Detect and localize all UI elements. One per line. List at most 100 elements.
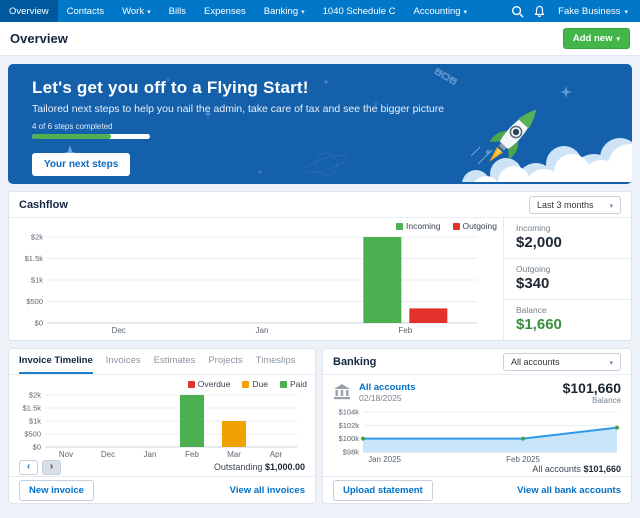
banking-balance-chart: $98k$100k$102k$104kJan 2025Feb 2025 — [329, 407, 625, 463]
nav-label: Accounting — [414, 6, 461, 17]
svg-text:Apr: Apr — [270, 450, 283, 459]
stat-balance: Balance $1,660 — [504, 300, 631, 340]
nav-item-accounting[interactable]: Accounting — [405, 0, 477, 22]
your-next-steps-button[interactable]: Your next steps — [32, 153, 130, 176]
account-filter-value: All accounts — [511, 357, 560, 367]
invoice-footer: New invoice View all invoices — [9, 476, 315, 503]
chevron-down-icon — [609, 357, 613, 367]
legend-item-due: Due — [242, 379, 268, 389]
svg-text:$98k: $98k — [343, 448, 360, 457]
nav-item-1040-schedule-c[interactable]: 1040 Schedule C — [314, 0, 405, 22]
svg-text:Jan: Jan — [144, 450, 157, 459]
nav-item-expenses[interactable]: Expenses — [195, 0, 255, 22]
business-menu[interactable]: Fake Business — [550, 6, 632, 17]
tab-projects[interactable]: Projects — [208, 349, 242, 374]
invoice-legend: Overdue Due Paid — [9, 378, 307, 390]
svg-text:$104k: $104k — [339, 408, 360, 417]
new-invoice-button[interactable]: New invoice — [19, 480, 94, 501]
cashflow-title: Cashflow — [19, 199, 68, 211]
svg-text:$1k: $1k — [29, 416, 41, 425]
banner-title: Let's get you off to a Flying Start! — [32, 78, 632, 98]
legend-swatch — [453, 223, 460, 230]
notifications-button[interactable] — [528, 0, 550, 22]
outstanding-total: Outstanding $1,000.00 — [214, 462, 305, 472]
nav-label: Overview — [9, 6, 49, 17]
nav-item-banking[interactable]: Banking — [255, 0, 314, 22]
svg-text:Feb: Feb — [185, 450, 199, 459]
tab-invoice-timeline[interactable]: Invoice Timeline — [19, 349, 93, 374]
nav-item-bills[interactable]: Bills — [160, 0, 195, 22]
tab-invoices[interactable]: Invoices — [106, 349, 141, 374]
svg-text:$500: $500 — [24, 429, 41, 438]
nav-label: 1040 Schedule C — [323, 6, 396, 17]
period-select[interactable]: Last 3 months — [529, 196, 621, 214]
nav-label: Contacts — [67, 6, 105, 17]
bottom-row: Invoice Timeline Invoices Estimates Proj… — [8, 348, 632, 504]
progress-bar-fill — [32, 134, 111, 139]
chevron-down-icon — [301, 6, 305, 17]
banking-footer: Upload statement View all bank accounts — [323, 476, 631, 503]
legend-swatch — [188, 381, 195, 388]
svg-text:$1.5k: $1.5k — [23, 403, 42, 412]
account-name-link[interactable]: All accounts — [359, 382, 416, 393]
svg-text:Nov: Nov — [59, 450, 73, 459]
view-all-bank-accounts-link[interactable]: View all bank accounts — [517, 485, 621, 496]
banner-progress-label: 4 of 6 steps completed — [32, 122, 632, 131]
view-all-invoices-link[interactable]: View all invoices — [230, 485, 305, 496]
nav-item-work[interactable]: Work — [113, 0, 160, 22]
svg-text:Feb 2025: Feb 2025 — [506, 455, 540, 463]
nav-item-contacts[interactable]: Contacts — [58, 0, 114, 22]
banking-header: Banking All accounts — [323, 349, 631, 375]
legend-item-outgoing: Outgoing — [453, 221, 498, 231]
tab-timeslips[interactable]: Timeslips — [256, 349, 296, 374]
chevron-down-icon — [147, 6, 151, 17]
svg-text:$102k: $102k — [339, 421, 360, 430]
bell-icon — [533, 5, 546, 18]
legend-item-paid: Paid — [280, 379, 307, 389]
nav-label: Work — [122, 6, 144, 17]
next-page-button[interactable] — [42, 460, 61, 475]
cashflow-chart: $0$500$1k$1.5k$2kDecJanFeb — [15, 232, 485, 336]
add-new-button[interactable]: Add new — [563, 28, 630, 49]
svg-text:$0: $0 — [35, 319, 43, 328]
top-navbar: Overview Contacts Work Bills Expenses Ba… — [0, 0, 640, 22]
search-button[interactable] — [506, 0, 528, 22]
cashflow-body: Incoming Outgoing $0$500$1k$1.5k$2kDecJa… — [9, 218, 631, 340]
svg-text:Dec: Dec — [112, 326, 126, 335]
svg-text:$2k: $2k — [31, 233, 43, 242]
svg-text:Feb: Feb — [398, 326, 412, 335]
cashflow-chart-zone: Incoming Outgoing $0$500$1k$1.5k$2kDecJa… — [9, 218, 503, 340]
svg-text:$0: $0 — [33, 442, 41, 451]
banking-total-note: All accounts $101,660 — [323, 463, 631, 476]
flying-start-banner: Let's get you off to a Flying Start! Tai… — [8, 64, 632, 184]
legend-item-incoming: Incoming — [396, 221, 441, 231]
nav-label: Expenses — [204, 6, 246, 17]
account-date: 02/18/2025 — [359, 393, 416, 403]
prev-page-button[interactable] — [19, 460, 38, 475]
chevron-down-icon — [624, 6, 628, 17]
svg-text:$1k: $1k — [31, 276, 43, 285]
account-balance: $101,660 Balance — [563, 380, 621, 405]
svg-text:Mar: Mar — [227, 450, 241, 459]
account-info: All accounts 02/18/2025 — [359, 382, 416, 403]
account-filter-select[interactable]: All accounts — [503, 353, 621, 371]
stat-outgoing: Outgoing $340 — [504, 259, 631, 300]
svg-text:Jan: Jan — [256, 326, 269, 335]
svg-text:$1.5k: $1.5k — [25, 254, 44, 263]
svg-text:Jan 2025: Jan 2025 — [368, 455, 401, 463]
main-content: Let's get you off to a Flying Start! Tai… — [0, 56, 640, 512]
upload-statement-button[interactable]: Upload statement — [333, 480, 433, 501]
legend-swatch — [280, 381, 287, 388]
nav-label: Banking — [264, 6, 298, 17]
banner-subtitle: Tailored next steps to help you nail the… — [32, 103, 632, 115]
account-row: All accounts 02/18/2025 $101,660 Balance — [323, 375, 631, 407]
tab-estimates[interactable]: Estimates — [154, 349, 196, 374]
banking-panel: Banking All accounts All accounts 02/18/… — [322, 348, 632, 504]
progress-bar — [32, 134, 150, 139]
nav-label: Bills — [169, 6, 186, 17]
legend-swatch — [242, 381, 249, 388]
nav-item-overview[interactable]: Overview — [0, 0, 58, 22]
chevron-down-icon — [464, 6, 468, 17]
legend-swatch — [396, 223, 403, 230]
legend-item-overdue: Overdue — [188, 379, 231, 389]
